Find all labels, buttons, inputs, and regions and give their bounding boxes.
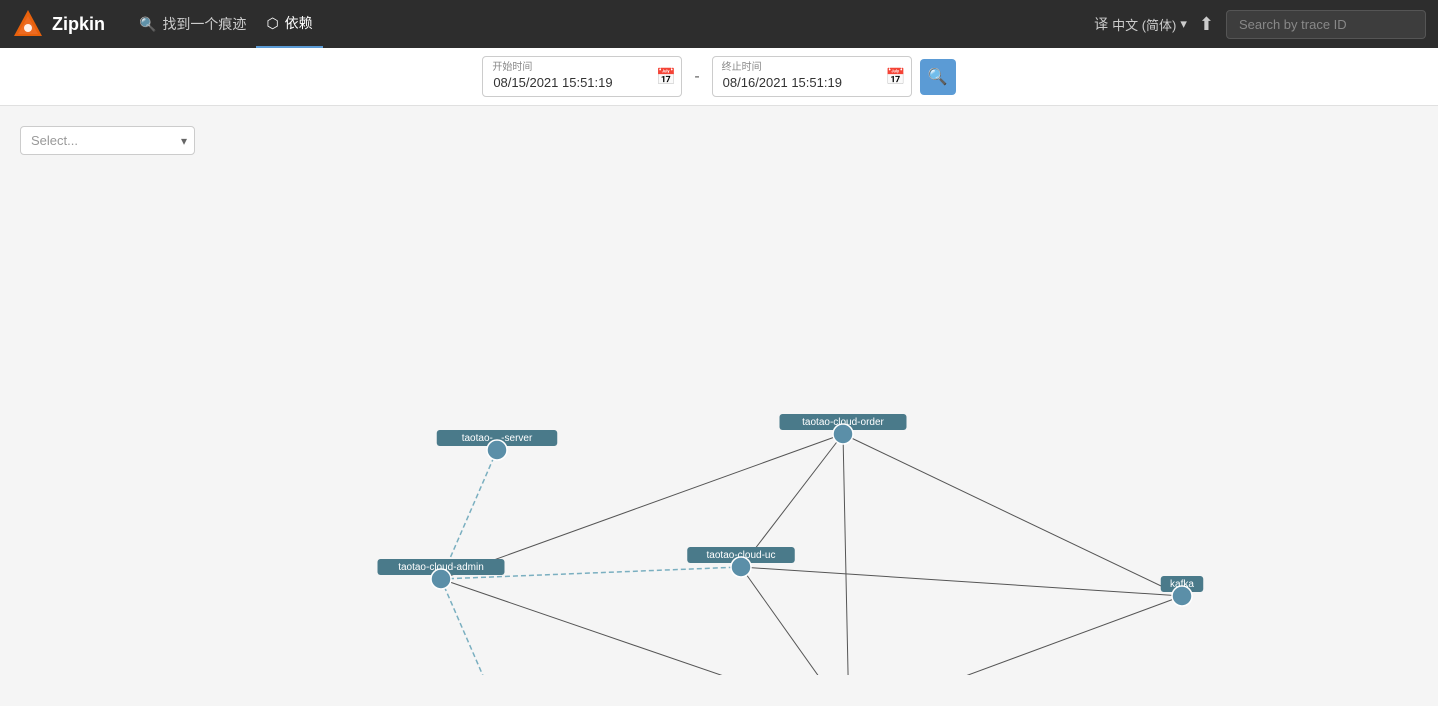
nav: 🔍 找到一个痕迹 ⬡ 依赖 bbox=[129, 0, 323, 48]
end-date-label: 终止时间 bbox=[722, 58, 762, 73]
service-select[interactable]: Select... ▾ bbox=[20, 126, 195, 155]
node-circle[interactable] bbox=[731, 557, 751, 577]
node-circle[interactable] bbox=[487, 440, 507, 460]
graph-edge bbox=[741, 567, 849, 675]
nav-find-trace[interactable]: 🔍 找到一个痕迹 bbox=[129, 0, 256, 48]
app-name: Zipkin bbox=[52, 14, 105, 35]
graph-svg: taotao-...-server taotao-cloud-admin taota… bbox=[20, 175, 1418, 675]
graph-edge bbox=[843, 434, 849, 675]
start-date-wrapper: 开始时间 📅 bbox=[482, 56, 682, 97]
graph-node[interactable]: taotao-...-server bbox=[437, 430, 558, 460]
upload-icon[interactable]: ⬆ bbox=[1199, 14, 1214, 35]
start-date-label: 开始时间 bbox=[492, 58, 532, 73]
header: Zipkin 🔍 找到一个痕迹 ⬡ 依赖 译 中文 (简体) ▾ ⬆ bbox=[0, 0, 1438, 48]
node-circle[interactable] bbox=[833, 424, 853, 444]
translate-icon: 译 bbox=[1094, 14, 1108, 34]
dependencies-nav-icon: ⬡ bbox=[266, 15, 278, 32]
graph-edge bbox=[441, 579, 497, 675]
node-circle[interactable] bbox=[431, 569, 451, 589]
toolbar: 开始时间 📅 - 终止时间 📅 🔍 bbox=[0, 48, 1438, 106]
header-right: 译 中文 (简体) ▾ ⬆ bbox=[1094, 10, 1426, 39]
node-circle[interactable] bbox=[1172, 586, 1192, 606]
search-button[interactable]: 🔍 bbox=[920, 59, 956, 95]
service-select-wrapper: Select... ▾ bbox=[20, 126, 195, 155]
end-calendar-button[interactable]: 📅 bbox=[886, 67, 906, 87]
graph-edge bbox=[741, 567, 1182, 596]
graph-node[interactable]: taotao-cloud-uc bbox=[687, 547, 795, 577]
select-chevron-icon: ▾ bbox=[181, 134, 187, 148]
graph-node[interactable]: taotao-cloud-order bbox=[780, 414, 907, 444]
search-icon: 🔍 bbox=[928, 67, 948, 87]
date-separator: - bbox=[690, 68, 703, 86]
lang-chevron-icon: ▾ bbox=[1180, 16, 1187, 32]
graph-edge bbox=[849, 596, 1182, 675]
end-date-wrapper: 终止时间 📅 bbox=[712, 56, 912, 97]
start-calendar-button[interactable]: 📅 bbox=[656, 67, 676, 87]
graph-edge bbox=[441, 579, 849, 675]
graph-edge bbox=[843, 434, 1182, 596]
trace-search-input[interactable] bbox=[1226, 10, 1426, 39]
dependency-graph: taotao-...-server taotao-cloud-admin taota… bbox=[20, 175, 1418, 675]
main-content: Select... ▾ taotao-...-server taotao-clou… bbox=[0, 106, 1438, 706]
nav-dependencies[interactable]: ⬡ 依赖 bbox=[256, 0, 322, 48]
search-nav-icon: 🔍 bbox=[139, 16, 156, 33]
zipkin-logo bbox=[12, 8, 44, 40]
graph-node[interactable]: taotao-cloud-admin bbox=[378, 559, 505, 589]
language-selector[interactable]: 译 中文 (简体) ▾ bbox=[1094, 14, 1187, 34]
